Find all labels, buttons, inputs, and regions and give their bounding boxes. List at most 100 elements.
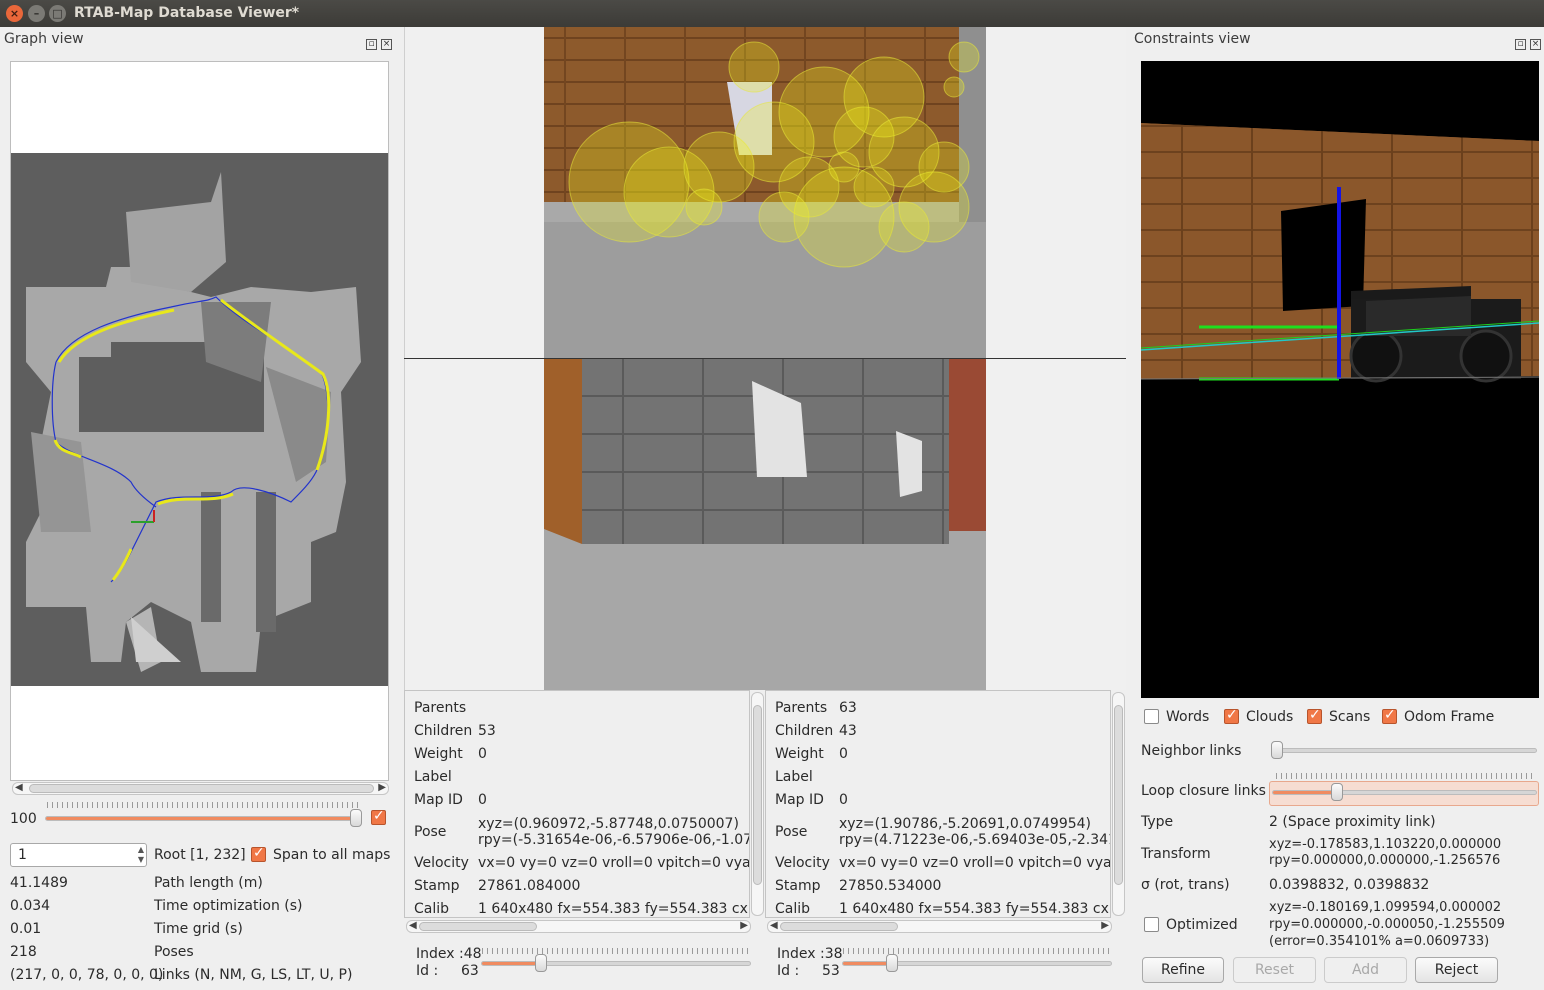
right-index-value: 38 bbox=[824, 946, 843, 962]
right-id-value: 53 bbox=[822, 963, 840, 979]
maximize-window-button[interactable]: □ bbox=[49, 5, 66, 22]
optimized-error: (error=0.354101% a=0.0609733) bbox=[1269, 934, 1490, 949]
sigma-label: σ (rot, trans) bbox=[1141, 877, 1230, 893]
stamp-value: 27861.084000 bbox=[478, 878, 581, 894]
pose-label: Pose bbox=[775, 824, 808, 840]
pose-xyz: xyz=(1.90786,-5.20691,0.0749954) bbox=[839, 816, 1092, 832]
left-info-vscrollbar[interactable] bbox=[751, 692, 764, 916]
pose-xyz: xyz=(0.960972,-5.87748,0.0750007) bbox=[478, 816, 739, 832]
info-label: Label bbox=[414, 769, 452, 785]
right-info-vscrollbar[interactable] bbox=[1112, 692, 1125, 916]
neighbor-links-slider[interactable] bbox=[1271, 741, 1537, 759]
constraints-3d-canvas[interactable] bbox=[1141, 61, 1539, 698]
velocity-label: Velocity bbox=[414, 855, 469, 871]
transform-label: Transform bbox=[1141, 846, 1211, 862]
info-value: 0 bbox=[478, 746, 487, 762]
info-value: 43 bbox=[839, 723, 857, 739]
optimized-xyz: xyz=-0.180169,1.099594,0.000002 bbox=[1269, 900, 1502, 915]
graph-view-title: Graph view bbox=[4, 31, 84, 47]
right-node-info-panel: Parents 63 Children 43 Weight 0 Label Ma… bbox=[765, 690, 1111, 918]
right-index-label: Index :38 bbox=[777, 946, 843, 962]
info-label: Parents bbox=[775, 700, 828, 716]
info-label: Map ID bbox=[414, 792, 463, 808]
left-slider-ticks bbox=[482, 948, 750, 954]
info-value: 53 bbox=[478, 723, 496, 739]
calib-value: 1 640x480 fx=554.383 fy=554.383 cx=32 bbox=[478, 901, 750, 917]
add-button[interactable]: Add bbox=[1324, 957, 1407, 983]
right-index-slider[interactable] bbox=[842, 954, 1112, 972]
left-node-info-panel: Parents Children 53 Weight 0 Label Map I… bbox=[404, 690, 750, 918]
loop-slider-ticks bbox=[1276, 773, 1534, 779]
optimized-rpy: rpy=0.000000,-0.000050,-1.255509 bbox=[1269, 917, 1505, 932]
graph-map-canvas[interactable] bbox=[10, 61, 389, 781]
left-id-value: 63 bbox=[461, 963, 479, 979]
image-divider bbox=[404, 358, 1126, 359]
info-value: 0 bbox=[478, 792, 487, 808]
left-index-label: Index :48 bbox=[416, 946, 482, 962]
right-slider-ticks bbox=[843, 948, 1111, 954]
stat-value: (217, 0, 0, 78, 0, 0, 0) bbox=[10, 967, 164, 983]
sigma-value: 0.0398832, 0.0398832 bbox=[1269, 877, 1430, 893]
right-info-hscrollbar[interactable]: ◀ ▶ bbox=[767, 920, 1112, 933]
calib-value: 1 640x480 fx=554.383 fy=554.383 cx=32 bbox=[839, 901, 1111, 917]
stat-label: Time optimization (s) bbox=[154, 898, 303, 914]
close-window-button[interactable]: × bbox=[6, 5, 23, 22]
loop-closure-links-slider[interactable] bbox=[1272, 783, 1537, 801]
graph-view-hscrollbar[interactable]: ◀ ▶ bbox=[12, 782, 389, 795]
info-label: Children bbox=[414, 723, 473, 739]
clouds-checkbox[interactable] bbox=[1224, 707, 1239, 724]
graph-iteration-slider[interactable] bbox=[45, 809, 362, 827]
optimized-label: Optimized bbox=[1166, 917, 1238, 933]
left-index-slider[interactable] bbox=[481, 954, 751, 972]
reject-button[interactable]: Reject bbox=[1415, 957, 1498, 983]
stat-value: 0.01 bbox=[10, 921, 42, 937]
left-index-value: 48 bbox=[463, 946, 482, 962]
odom-frame-checkbox[interactable] bbox=[1382, 707, 1397, 724]
root-spinbox-value: 1 bbox=[18, 847, 27, 863]
words-checkbox[interactable] bbox=[1144, 709, 1159, 724]
refine-button[interactable]: Refine bbox=[1142, 957, 1224, 983]
title-bar: × – □ RTAB-Map Database Viewer* bbox=[0, 0, 1544, 27]
info-value: 0 bbox=[839, 746, 848, 762]
graph-slider-checkbox[interactable] bbox=[371, 808, 386, 825]
stamp-value: 27850.534000 bbox=[839, 878, 942, 894]
graph-slider-value: 100 bbox=[10, 811, 37, 827]
root-spinbox[interactable]: 1 ▲ ▼ bbox=[10, 843, 147, 867]
constraints-view-dock-buttons: ▫ × bbox=[1515, 34, 1544, 50]
reset-button[interactable]: Reset bbox=[1233, 957, 1316, 983]
right-id-label: Id : bbox=[777, 963, 800, 979]
optimized-checkbox[interactable] bbox=[1144, 917, 1159, 932]
right-index-slider-fill bbox=[843, 962, 892, 965]
stamp-label: Stamp bbox=[414, 878, 460, 894]
spin-arrows-icon[interactable]: ▲ ▼ bbox=[138, 845, 144, 865]
info-value: 0 bbox=[839, 792, 848, 808]
top-camera-image bbox=[544, 27, 986, 359]
words-label: Words bbox=[1166, 709, 1210, 725]
scans-checkbox[interactable] bbox=[1307, 707, 1322, 724]
close-dock-icon[interactable]: × bbox=[381, 39, 392, 50]
velocity-value: vx=0 vy=0 vz=0 vroll=0 vpitch=0 vyaw=0 bbox=[478, 855, 750, 871]
stat-label: Path length (m) bbox=[154, 875, 263, 891]
info-label: Map ID bbox=[775, 792, 824, 808]
minimize-window-button[interactable]: – bbox=[28, 5, 45, 22]
stat-label: Time grid (s) bbox=[154, 921, 243, 937]
neighbor-links-label: Neighbor links bbox=[1141, 743, 1242, 759]
pose-rpy: rpy=(4.71223e-06,-5.69403e-05,-2.34164 bbox=[839, 832, 1111, 848]
transform-xyz: xyz=-0.178583,1.103220,0.000000 bbox=[1269, 837, 1502, 852]
calib-label: Calib bbox=[775, 901, 811, 917]
float-dock-icon[interactable]: ▫ bbox=[366, 39, 377, 50]
stat-label: Poses bbox=[154, 944, 194, 960]
float-dock-icon[interactable]: ▫ bbox=[1515, 39, 1526, 50]
left-index-slider-handle[interactable] bbox=[535, 954, 548, 972]
transform-rpy: rpy=0.000000,0.000000,-1.256576 bbox=[1269, 853, 1501, 868]
pose-label: Pose bbox=[414, 824, 447, 840]
left-index-slider-fill bbox=[482, 962, 541, 965]
graph-view-dock-buttons: ▫ × bbox=[366, 34, 396, 50]
root-label: Root [1, 232] bbox=[154, 847, 246, 863]
right-index-slider-handle[interactable] bbox=[885, 954, 898, 972]
scans-label: Scans bbox=[1329, 709, 1371, 725]
close-dock-icon[interactable]: × bbox=[1530, 39, 1541, 50]
span-all-maps-checkbox[interactable] bbox=[251, 845, 266, 862]
info-label: Label bbox=[775, 769, 813, 785]
left-info-hscrollbar[interactable]: ◀ ▶ bbox=[406, 920, 751, 933]
